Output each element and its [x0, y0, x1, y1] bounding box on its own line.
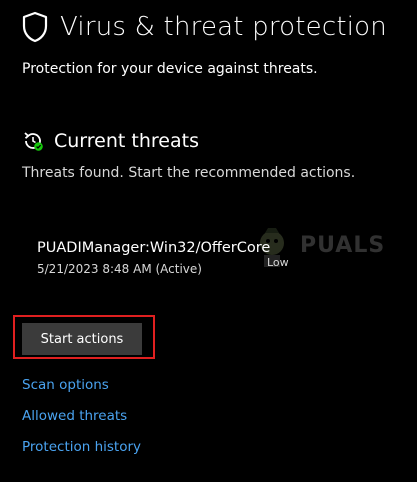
current-threats-description: Threats found. Start the recommended act…: [22, 165, 356, 181]
scan-options-link[interactable]: Scan options: [22, 377, 109, 393]
start-actions-button[interactable]: Start actions: [22, 323, 142, 355]
threats-history-icon: [24, 132, 43, 151]
threat-date: 5/21/2023 8:48 AM (Active): [37, 262, 202, 276]
threat-severity: Low: [267, 256, 289, 269]
allowed-threats-link[interactable]: Allowed threats: [22, 408, 127, 424]
threat-list-item[interactable]: PUADIManager:Win32/OfferCore 5/21/2023 8…: [37, 240, 397, 282]
shield-icon: [22, 11, 48, 43]
page-subtitle: Protection for your device against threa…: [22, 61, 318, 77]
virus-threat-protection-page: Virus & threat protection Protection for…: [0, 0, 417, 482]
current-threats-title: Current threats: [54, 130, 199, 152]
page-header: Virus & threat protection: [22, 11, 387, 43]
current-threats-header: Current threats: [22, 130, 199, 152]
protection-history-link[interactable]: Protection history: [22, 439, 141, 455]
threat-name: PUADIManager:Win32/OfferCore: [37, 240, 271, 256]
page-title: Virus & threat protection: [60, 12, 387, 42]
